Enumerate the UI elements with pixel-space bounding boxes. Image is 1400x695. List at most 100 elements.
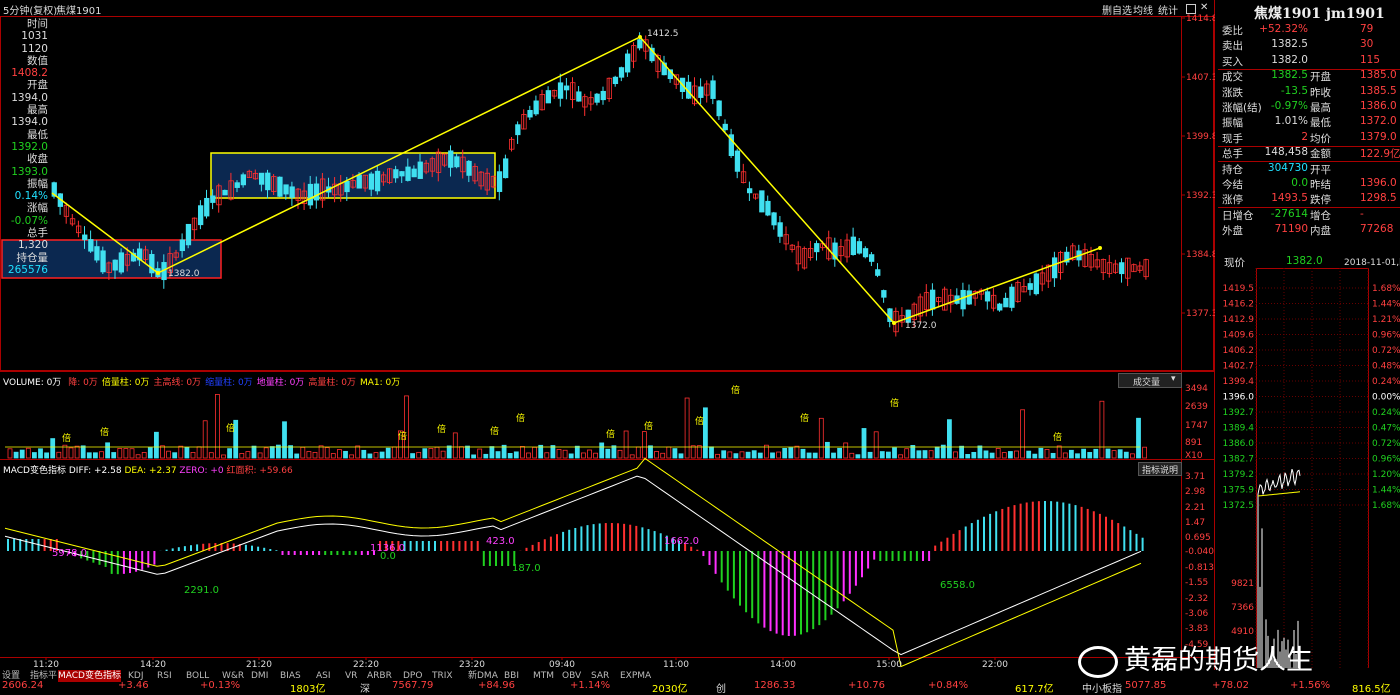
volume-bar — [825, 441, 830, 459]
volume-legend-item: 主高线: 0万 — [153, 378, 202, 388]
intraday-mini-chart[interactable]: 1419.5 1416.2 1412.9 1409.6 1406.2 1402.7 1399… — [1218, 268, 1400, 668]
volume-bar — [849, 452, 855, 459]
indicator-tab[interactable]: MTM — [533, 670, 554, 682]
info-row: 涨幅 — [27, 202, 48, 215]
volume-bar — [837, 447, 842, 459]
indicator-tab[interactable]: ARBR — [367, 670, 392, 682]
candle-body — [557, 82, 564, 99]
volume-bar — [666, 446, 672, 459]
candle-body — [399, 171, 405, 177]
quote-row: 持仓 304730 开平 — [1220, 162, 1400, 177]
indicator-tab[interactable]: TRIX — [432, 670, 453, 682]
quote-row: 总手 148,458 金额 122.9亿 — [1220, 146, 1400, 161]
candle-body — [1003, 297, 1009, 308]
mini-axis-pct: 1.44% — [1372, 300, 1400, 310]
macd-area-label: 2291.0 — [184, 585, 219, 596]
volume-bar — [318, 445, 324, 459]
macd-axis-label: 2.21 — [1185, 503, 1205, 513]
indicator-tab[interactable]: EXPMA — [620, 670, 651, 682]
volume-bar — [269, 446, 275, 459]
volume-bar — [428, 447, 434, 459]
quote-label: 今结 — [1222, 179, 1243, 191]
macd-axis-label: -3.06 — [1185, 609, 1209, 619]
candle-body — [862, 248, 869, 258]
volume-bar — [843, 442, 849, 459]
quote-label: 涨停 — [1222, 194, 1243, 207]
volume-bar — [892, 447, 897, 459]
time-axis-label: 21:20 — [246, 660, 272, 670]
trend-vertex — [638, 35, 642, 39]
indicator-dropdown[interactable]: 成交量 ▾ — [1118, 373, 1182, 388]
volume-bar — [1001, 452, 1007, 459]
volume-bar — [1056, 445, 1062, 459]
candle-body — [930, 289, 936, 310]
volume-bar — [513, 451, 519, 459]
volume-bar — [672, 448, 678, 459]
volume-bar — [1020, 409, 1025, 459]
mini-axis-pct: 0.24% — [1372, 408, 1400, 418]
volume-bar — [971, 451, 977, 459]
macd-axis-label: -0.040 — [1185, 547, 1214, 557]
volume-bar — [934, 446, 940, 459]
indicator-tab[interactable]: VR — [345, 670, 357, 682]
candle-body — [984, 291, 991, 302]
candle-body — [869, 254, 875, 262]
info-row: 1394.0 — [11, 91, 48, 104]
volume-bar — [526, 452, 531, 459]
status-item: 5077.85 — [1125, 680, 1167, 691]
low-annotation-right: 1372.0 — [905, 321, 937, 331]
volume-bar — [385, 447, 391, 459]
candle-body — [210, 195, 216, 203]
volume-legend-item: 缩量柱: 0万 — [205, 378, 253, 388]
volume-marker: 倍 — [731, 384, 740, 396]
quote-row: 外盘 71190 内盘 77268 — [1220, 223, 1400, 238]
volume-bar — [404, 395, 409, 459]
volume-bar — [1130, 453, 1135, 459]
quote-row: 日增仓 -27614 增仓 - — [1220, 208, 1400, 223]
indicator-tab[interactable]: DMI — [251, 670, 268, 682]
quote-value: 1382.0 — [1271, 53, 1308, 66]
mini-axis-label: 1375.9 — [1223, 486, 1255, 496]
macd-axis-label: -1.55 — [1185, 578, 1208, 588]
price-axis-label: 1407.3 — [1186, 73, 1215, 83]
candle-body — [997, 303, 1003, 311]
volume-marker: 倍 — [398, 430, 407, 442]
volume-bar — [1081, 448, 1086, 459]
volume-bar — [520, 446, 525, 459]
volume-bar — [953, 451, 958, 459]
volume-bar — [74, 445, 80, 459]
candle-body — [179, 239, 186, 252]
volume-bar — [465, 445, 470, 459]
volume-bar — [1136, 417, 1141, 459]
volume-bar — [861, 428, 867, 459]
quote-value-2: - — [1360, 207, 1364, 220]
volume-bar — [19, 449, 25, 459]
quote-value: 1382.5 — [1271, 38, 1308, 51]
quote-row: 成交 1382.5 开盘 1385.0 — [1220, 69, 1400, 84]
candle-body — [1027, 283, 1033, 290]
volume-marker: 倍 — [437, 423, 446, 435]
volume-bar — [727, 451, 733, 459]
quote-value-2: 1396.0 — [1360, 177, 1397, 189]
mini-axis-label: 1402.7 — [1223, 362, 1255, 372]
volume-bar — [574, 445, 580, 459]
status-item: +84.96 — [478, 680, 516, 691]
quote-label-2: 均价 — [1310, 132, 1331, 145]
volume-bar — [648, 445, 653, 459]
chart-panels[interactable]: 倍倍 倍倍倍 倍倍倍倍 倍倍倍倍倍 1414.81407.31399.81392.31… — [0, 0, 1215, 670]
candle-body — [1033, 273, 1039, 295]
quote-label: 振幅 — [1222, 117, 1243, 130]
volume-bar — [343, 450, 348, 459]
volume-bar — [800, 448, 806, 459]
macd-red-area: 红面积: +59.66 — [226, 466, 293, 476]
candle-body — [496, 171, 503, 192]
volume-bar — [117, 448, 123, 459]
indicator-help-button[interactable]: 指标说明 — [1138, 462, 1182, 476]
indicator-tab[interactable]: MACD变色指标 — [58, 670, 121, 682]
quote-value: 2 — [1301, 130, 1308, 143]
volume-bar — [684, 397, 690, 459]
candle-body — [533, 100, 539, 115]
candle-body — [88, 239, 94, 252]
indicator-tab[interactable]: RSI — [157, 670, 172, 682]
candle-body — [368, 173, 375, 190]
